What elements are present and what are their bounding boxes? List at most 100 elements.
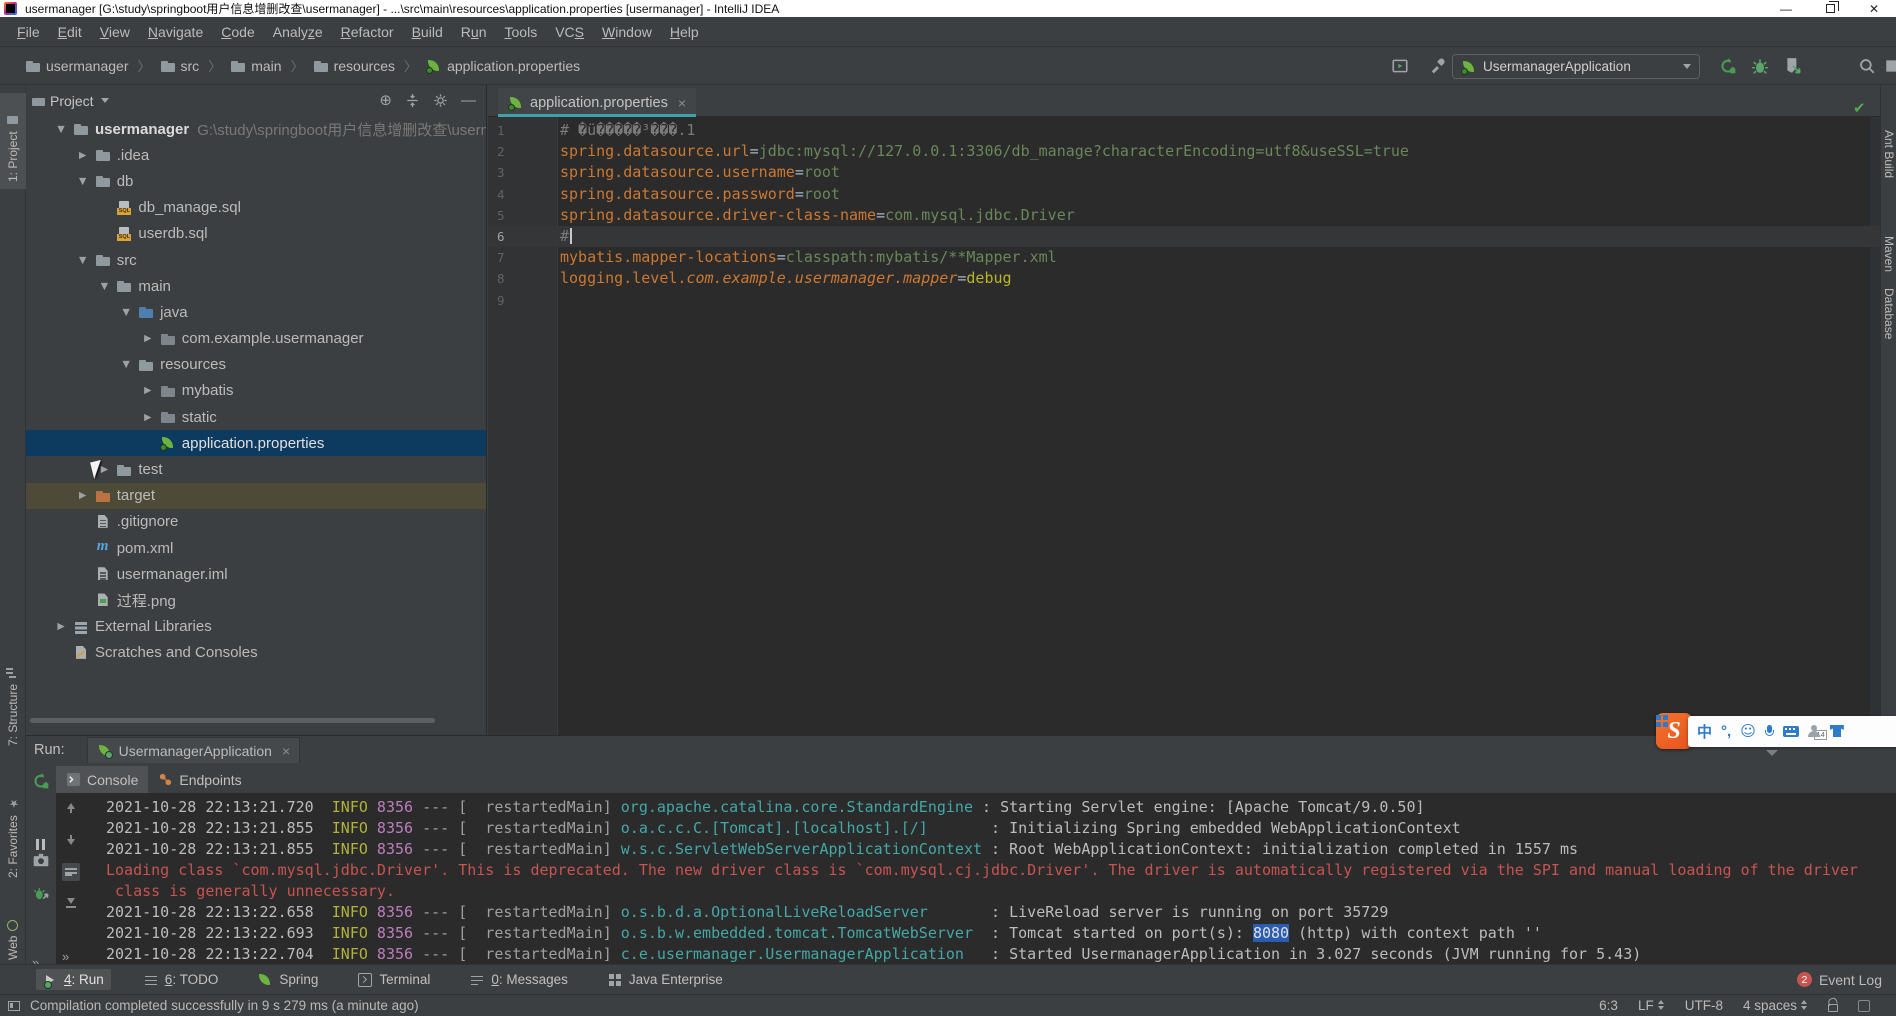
tree-item-mybatis[interactable]: ▶mybatis [26, 378, 486, 404]
console-tab[interactable]: Console [56, 766, 148, 793]
menu-item-code[interactable]: Code [212, 20, 264, 44]
toolwindow-button-spring[interactable]: Spring [251, 969, 325, 990]
menu-item-refactor[interactable]: Refactor [332, 20, 403, 44]
editor-tab-application-properties[interactable]: application.properties × [498, 88, 696, 117]
caret-position[interactable]: 6:3 [1599, 998, 1618, 1013]
close-tab-icon[interactable]: × [678, 95, 686, 111]
console-line[interactable]: 2021-10-28 22:13:22.704 INFO 8356 --- [ … [56, 944, 1896, 965]
stop-icon[interactable] [1816, 57, 1834, 75]
tree-item-png[interactable]: 过程.png [26, 587, 486, 613]
editor-line[interactable]: 2spring.datasource.url=jdbc:mysql://127.… [488, 141, 1880, 162]
menu-item-view[interactable]: View [91, 20, 139, 44]
breadcrumb-main[interactable]: main [227, 56, 284, 76]
tree-item-gitignore[interactable]: .gitignore [26, 509, 486, 535]
stripe-button-web[interactable]: Web [0, 897, 26, 967]
console-line[interactable]: 2021-10-28 22:13:21.720 INFO 8356 --- [ … [56, 797, 1896, 818]
tree-item-db-manage-sql[interactable]: db_manage.sql [26, 195, 486, 221]
file-encoding[interactable]: UTF-8 [1685, 998, 1723, 1013]
ime-emoji-button[interactable]: ☺ [1740, 722, 1756, 740]
project-panel-title[interactable]: Project [50, 93, 94, 109]
console-output[interactable]: » 2021-10-28 22:13:21.720 INFO 8356 --- … [56, 793, 1896, 964]
ime-skin-icon[interactable] [1830, 725, 1844, 737]
editor-line[interactable]: 4spring.datasource.password=root [488, 184, 1880, 205]
tree-item-resources[interactable]: ▼resources [26, 352, 486, 378]
stripe-button-database[interactable]: Database [1881, 281, 1896, 346]
console-line[interactable]: 2021-10-28 22:13:22.658 INFO 8356 --- [ … [56, 902, 1896, 923]
chevron-expanded-icon[interactable]: ▼ [114, 359, 138, 370]
locate-file-icon[interactable]: ⊕ [379, 93, 392, 108]
chevron-down-icon[interactable] [101, 98, 109, 103]
tree-item-static[interactable]: ▶static [26, 404, 486, 430]
tree-item-main[interactable]: ▼main [26, 273, 486, 299]
tree-item-application-properties[interactable]: application.properties [26, 430, 486, 456]
toolwindow-button-java-enterprise[interactable]: Java Enterprise [601, 969, 730, 990]
toolwindow-button-terminal[interactable]: Terminal [351, 969, 437, 990]
endpoints-tab[interactable]: Endpoints [148, 766, 251, 793]
ime-collapse-icon[interactable] [1766, 750, 1778, 756]
tree-item-target[interactable]: ▶target [26, 483, 486, 509]
thread-dump-camera-icon[interactable] [32, 851, 50, 869]
chevron-expanded-icon[interactable]: ▼ [49, 124, 73, 135]
editor-line[interactable]: 9 [488, 290, 1880, 311]
breadcrumb-src[interactable]: src [157, 56, 203, 76]
stop-process-icon[interactable] [32, 805, 50, 821]
tree-item-idea[interactable]: ▶.idea [26, 142, 486, 168]
toolwindow-button-4-run[interactable]: 4: Run [36, 969, 111, 990]
stripe-button-project[interactable]: 1: Project [0, 93, 26, 189]
editor-line[interactable]: 7mybatis.mapper-locations=classpath:myba… [488, 247, 1880, 268]
editor-body[interactable]: 1# �ü�����³���.12spring.datasource.url=j… [488, 117, 1880, 735]
minimize-button[interactable]: — [1764, 0, 1808, 17]
stripe-button-favorites[interactable]: 2: Favorites★ [0, 773, 26, 885]
menu-item-file[interactable]: File [8, 20, 49, 44]
event-log-button[interactable]: 2 Event Log [1797, 972, 1882, 988]
chevron-expanded-icon[interactable]: ▼ [114, 307, 138, 318]
menu-item-navigate[interactable]: Navigate [139, 20, 212, 44]
inspections-ok-icon[interactable]: ✔ [1853, 99, 1866, 117]
chevron-collapsed-icon[interactable]: ▶ [71, 150, 95, 161]
indent-setting[interactable]: 4 spaces [1743, 998, 1808, 1013]
tree-item-pom-xml[interactable]: pom.xml [26, 535, 486, 561]
tree-item-com-example-usermanager[interactable]: ▶com.example.usermanager [26, 326, 486, 352]
search-everywhere-icon[interactable] [1858, 57, 1876, 75]
tool-window-toggle-icon[interactable] [8, 1001, 20, 1011]
ime-account-icon[interactable]: 14 [1808, 725, 1821, 738]
tree-item-userdb-sql[interactable]: userdb.sql [26, 221, 486, 247]
console-line[interactable]: class is generally unnecessary. [56, 881, 1896, 902]
chevron-expanded-icon[interactable]: ▼ [92, 281, 116, 292]
tree-item-java[interactable]: ▼java [26, 299, 486, 325]
menu-item-edit[interactable]: Edit [49, 20, 91, 44]
sogou-logo-icon[interactable]: S [1656, 713, 1692, 749]
run-icon[interactable] [1719, 57, 1737, 75]
restore-button[interactable] [1808, 0, 1852, 17]
console-line[interactable]: Loading class `com.mysql.jdbc.Driver'. T… [56, 860, 1896, 881]
coverage-icon[interactable] [1784, 57, 1802, 75]
preview-tool-window-icon[interactable] [1391, 57, 1409, 75]
menu-item-help[interactable]: Help [661, 20, 708, 44]
tree-item-scratches-and-consoles[interactable]: Scratches and Consoles [26, 640, 486, 666]
stripe-button-maven[interactable]: Maven [1881, 229, 1896, 279]
ime-microphone-icon[interactable] [1765, 725, 1774, 738]
run-tab-usermanagerapplication[interactable]: UsermanagerApplication × [87, 737, 301, 763]
chevron-collapsed-icon[interactable]: ▶ [71, 490, 95, 501]
line-separator[interactable]: LF [1638, 998, 1665, 1013]
chevron-expanded-icon[interactable]: ▼ [71, 176, 95, 187]
hide-panel-icon[interactable]: — [461, 93, 476, 108]
ime-punctuation-button[interactable]: °, [1721, 723, 1731, 740]
menu-item-vcs[interactable]: VCS [546, 20, 593, 44]
chevron-collapsed-icon[interactable]: ▶ [136, 333, 160, 344]
menu-item-run[interactable]: Run [452, 20, 496, 44]
editor-line[interactable]: 8logging.level.com.example.usermanager.m… [488, 268, 1880, 289]
tree-item-usermanager[interactable]: ▼usermanagerG:\study\springboot用户信息增删改查\… [26, 116, 486, 142]
editor-line[interactable]: 3spring.datasource.username=root [488, 162, 1880, 183]
collapse-all-icon[interactable] [405, 93, 420, 108]
menu-item-tools[interactable]: Tools [495, 20, 546, 44]
close-button[interactable]: ✕ [1852, 0, 1896, 17]
tree-item-external-libraries[interactable]: ▶External Libraries [26, 614, 486, 640]
tree-item-src[interactable]: ▼src [26, 247, 486, 273]
chevron-collapsed-icon[interactable]: ▶ [49, 621, 73, 632]
ime-language-button[interactable]: 中 [1697, 721, 1712, 742]
unlock-icon[interactable] [1828, 1004, 1838, 1012]
breadcrumb-usermanager[interactable]: usermanager [22, 56, 132, 76]
close-run-tab-icon[interactable]: × [282, 743, 290, 759]
tree-item-usermanager-iml[interactable]: usermanager.iml [26, 561, 486, 587]
